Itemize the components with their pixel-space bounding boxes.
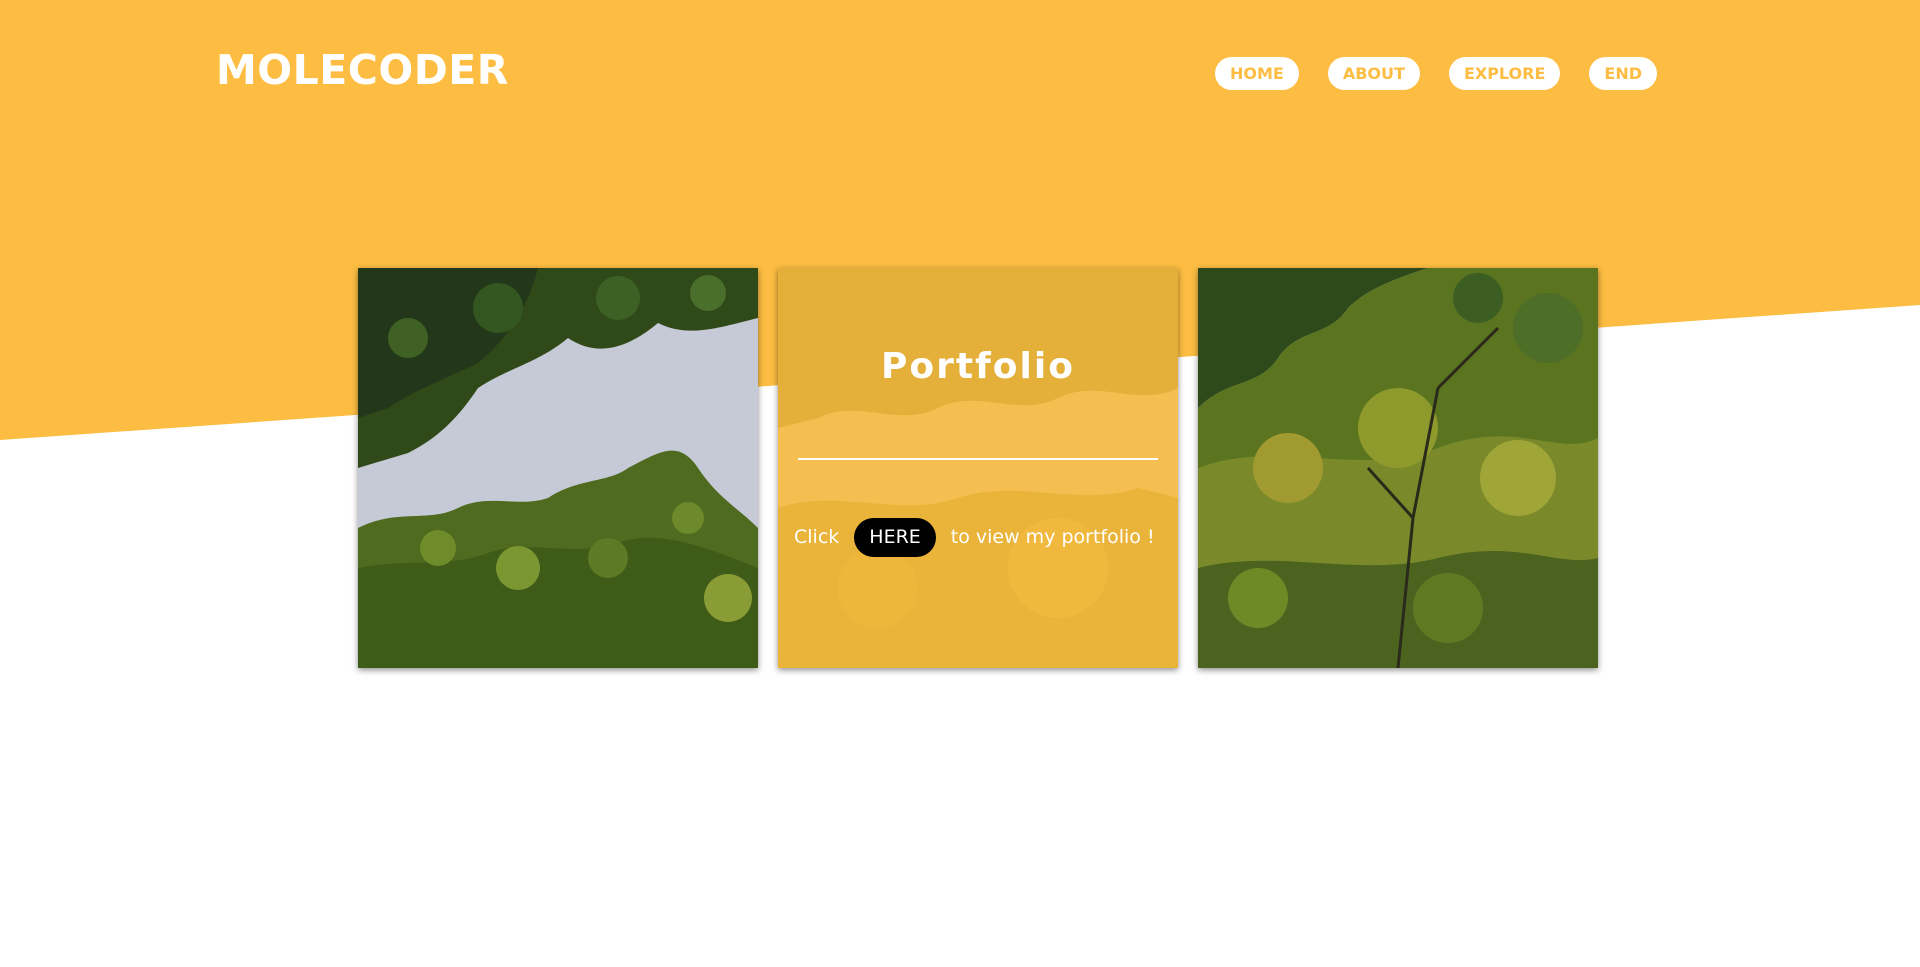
- portfolio-here-button[interactable]: HERE: [854, 517, 936, 557]
- portfolio-title: Portfolio: [881, 346, 1075, 387]
- tree-canopy-photo-right: [1198, 268, 1598, 668]
- portfolio-divider: [798, 458, 1158, 460]
- site-header: MOLECODER HOME ABOUT EXPLORE END: [0, 0, 1920, 150]
- portfolio-card: Portfolio Click HERE to view my portfoli…: [778, 268, 1178, 668]
- portfolio-text-before: Click: [794, 526, 840, 548]
- photo-card-left: [358, 268, 758, 668]
- nav-end-button[interactable]: END: [1589, 57, 1658, 90]
- site-logo[interactable]: MOLECODER: [216, 50, 509, 91]
- photo-card-right: [1198, 268, 1598, 668]
- main-nav: HOME ABOUT EXPLORE END: [1215, 57, 1658, 90]
- portfolio-overlay: [778, 268, 1178, 668]
- page: MOLECODER HOME ABOUT EXPLORE END Portfol…: [0, 0, 1920, 967]
- tree-canopy-photo-left: [358, 268, 758, 668]
- nav-explore-button[interactable]: EXPLORE: [1448, 57, 1561, 90]
- portfolio-cta-line: Click HERE to view my portfolio !: [794, 517, 1174, 557]
- nav-home-button[interactable]: HOME: [1215, 57, 1299, 90]
- portfolio-text-after: to view my portfolio !: [950, 526, 1155, 548]
- nav-about-button[interactable]: ABOUT: [1327, 57, 1420, 90]
